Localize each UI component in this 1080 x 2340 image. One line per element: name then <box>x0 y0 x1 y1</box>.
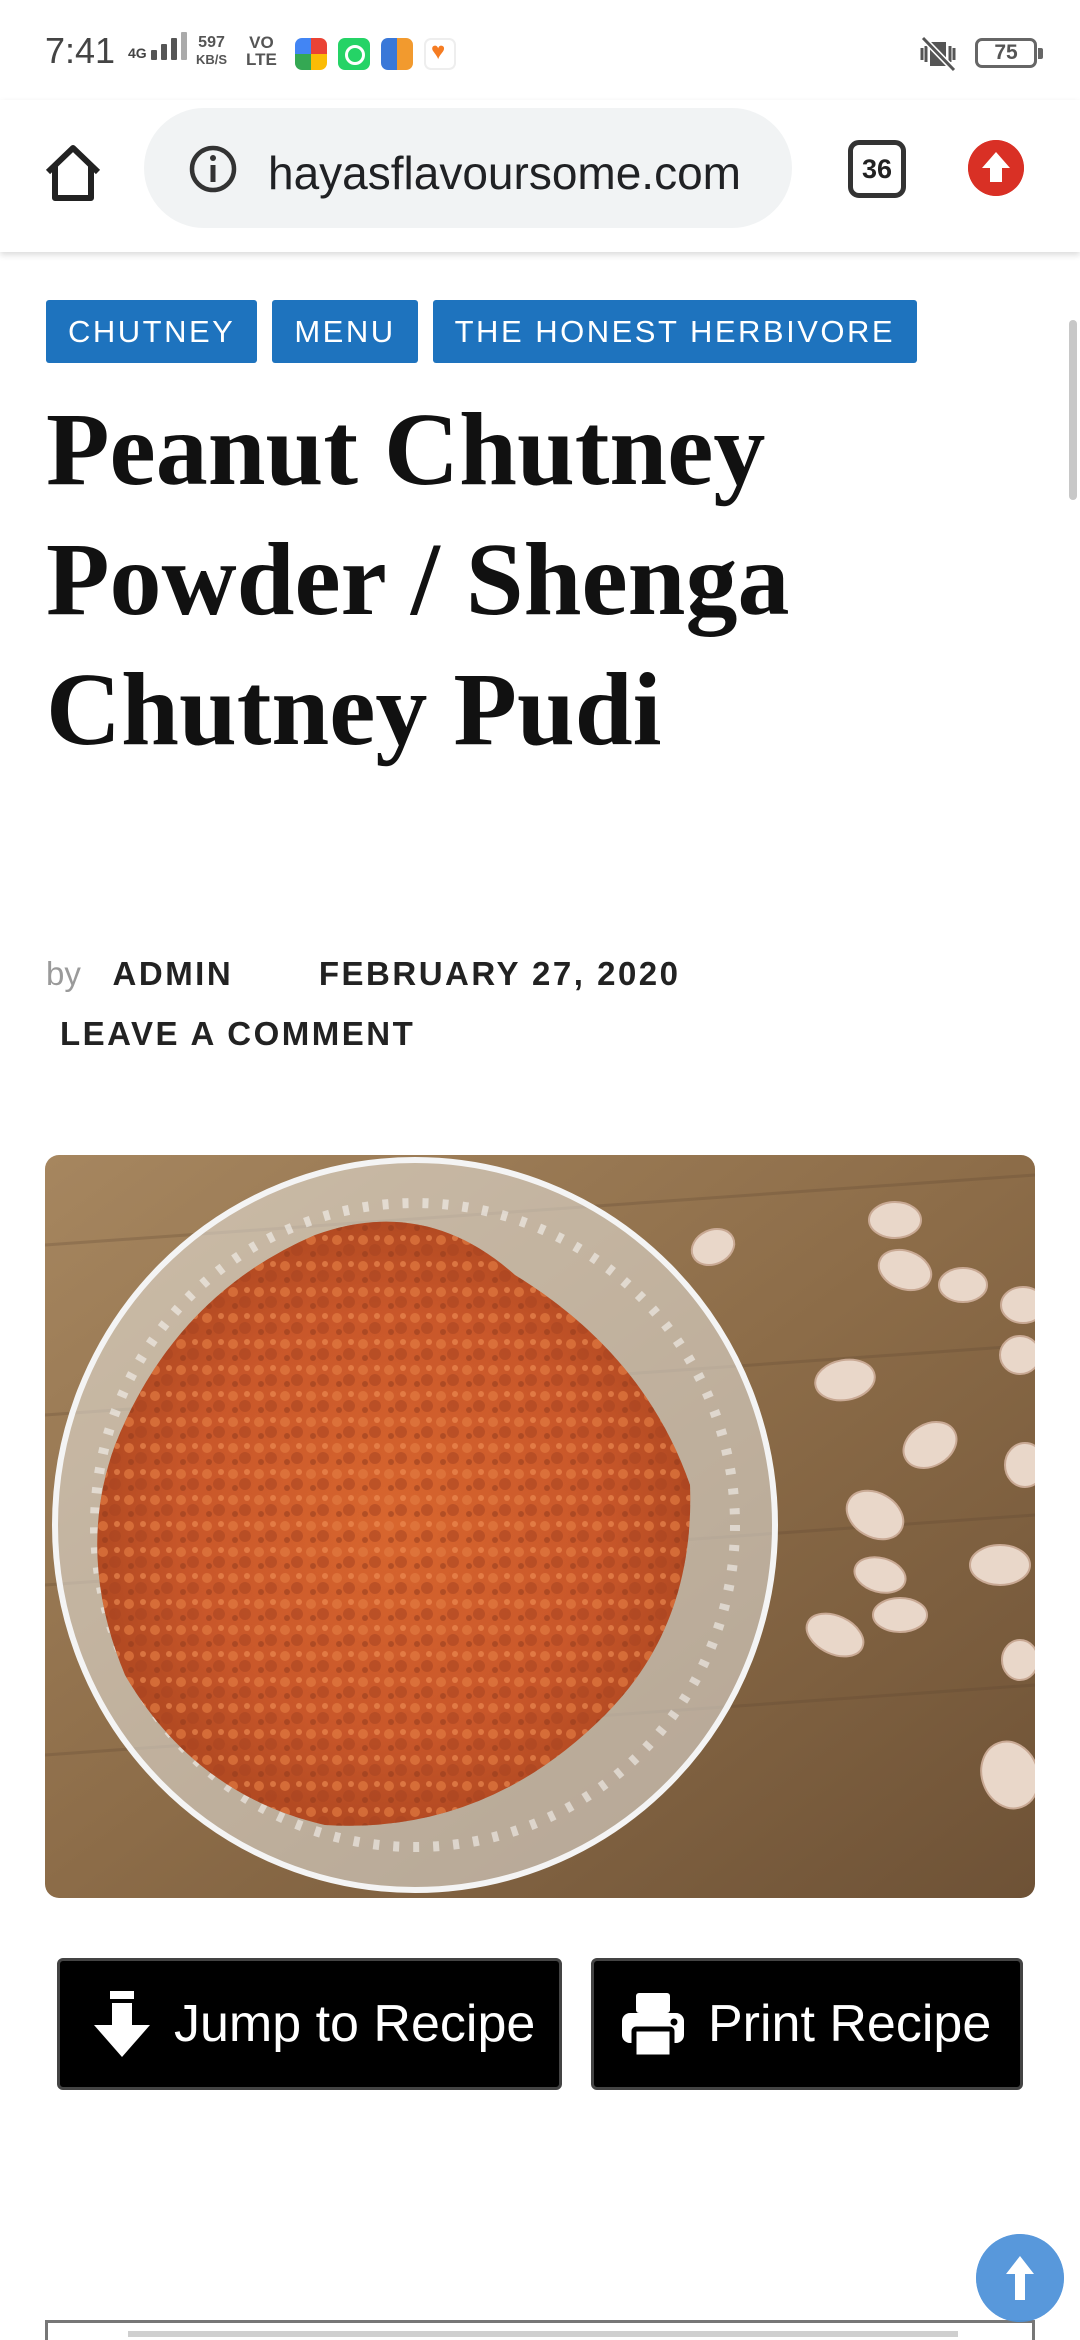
photos-icon <box>295 38 327 70</box>
leave-comment-link[interactable]: LEAVE A COMMENT <box>60 1015 415 1053</box>
network-type: 4G <box>128 45 147 61</box>
battery-icon: 75 <box>975 38 1043 68</box>
status-time: 7:41 <box>45 30 116 71</box>
print-recipe-button[interactable]: Print Recipe <box>591 1958 1023 2090</box>
category-tag-honest-herbivore[interactable]: THE HONEST HERBIVORE <box>432 300 918 363</box>
status-bar: 7:41 4G 597 KB/S VO LTE 75 <box>0 0 1080 100</box>
post-meta: by ADMIN FEBRUARY 27, 2020 <box>46 955 681 993</box>
jump-to-recipe-label: Jump to Recipe <box>174 1995 536 2053</box>
category-tags: CHUTNEY MENU THE HONEST HERBIVORE <box>46 300 918 363</box>
recipe-card-top <box>45 2320 1035 2340</box>
category-tag-menu[interactable]: MENU <box>272 300 418 363</box>
jump-to-recipe-button[interactable]: Jump to Recipe <box>57 1958 562 2090</box>
post-date[interactable]: FEBRUARY 27, 2020 <box>319 955 681 992</box>
divider <box>128 2331 958 2337</box>
vibrate-mute-icon <box>920 35 957 73</box>
info-icon[interactable] <box>188 144 238 194</box>
scroll-to-top-button[interactable] <box>976 2234 1064 2322</box>
scrollbar-thumb[interactable] <box>1069 320 1077 500</box>
address-bar[interactable]: hayasflavoursome.com <box>144 108 792 228</box>
volte-indicator: VO LTE <box>246 33 277 69</box>
calculator-icon <box>381 38 413 70</box>
hero-image <box>45 1155 1035 1898</box>
whatsapp-icon <box>338 38 370 70</box>
download-arrow-icon <box>94 1991 150 2057</box>
print-recipe-label: Print Recipe <box>708 1995 992 2053</box>
author-link[interactable]: ADMIN <box>113 955 234 992</box>
network-speed: 597 KB/S <box>196 34 228 67</box>
category-tag-chutney[interactable]: CHUTNEY <box>46 300 258 363</box>
url-text[interactable]: hayasflavoursome.com <box>268 146 741 200</box>
heart-app-icon <box>424 38 456 70</box>
browser-toolbar: hayasflavoursome.com 36 <box>0 100 1080 252</box>
printer-icon <box>622 1993 684 2059</box>
signal-icon: 4G <box>128 32 187 60</box>
update-icon[interactable] <box>968 140 1024 196</box>
by-label: by <box>46 955 81 992</box>
post-title: Peanut Chutney Powder / Shenga Chutney P… <box>46 392 790 767</box>
tab-switcher-button[interactable]: 36 <box>848 140 906 198</box>
home-icon[interactable] <box>40 140 106 206</box>
